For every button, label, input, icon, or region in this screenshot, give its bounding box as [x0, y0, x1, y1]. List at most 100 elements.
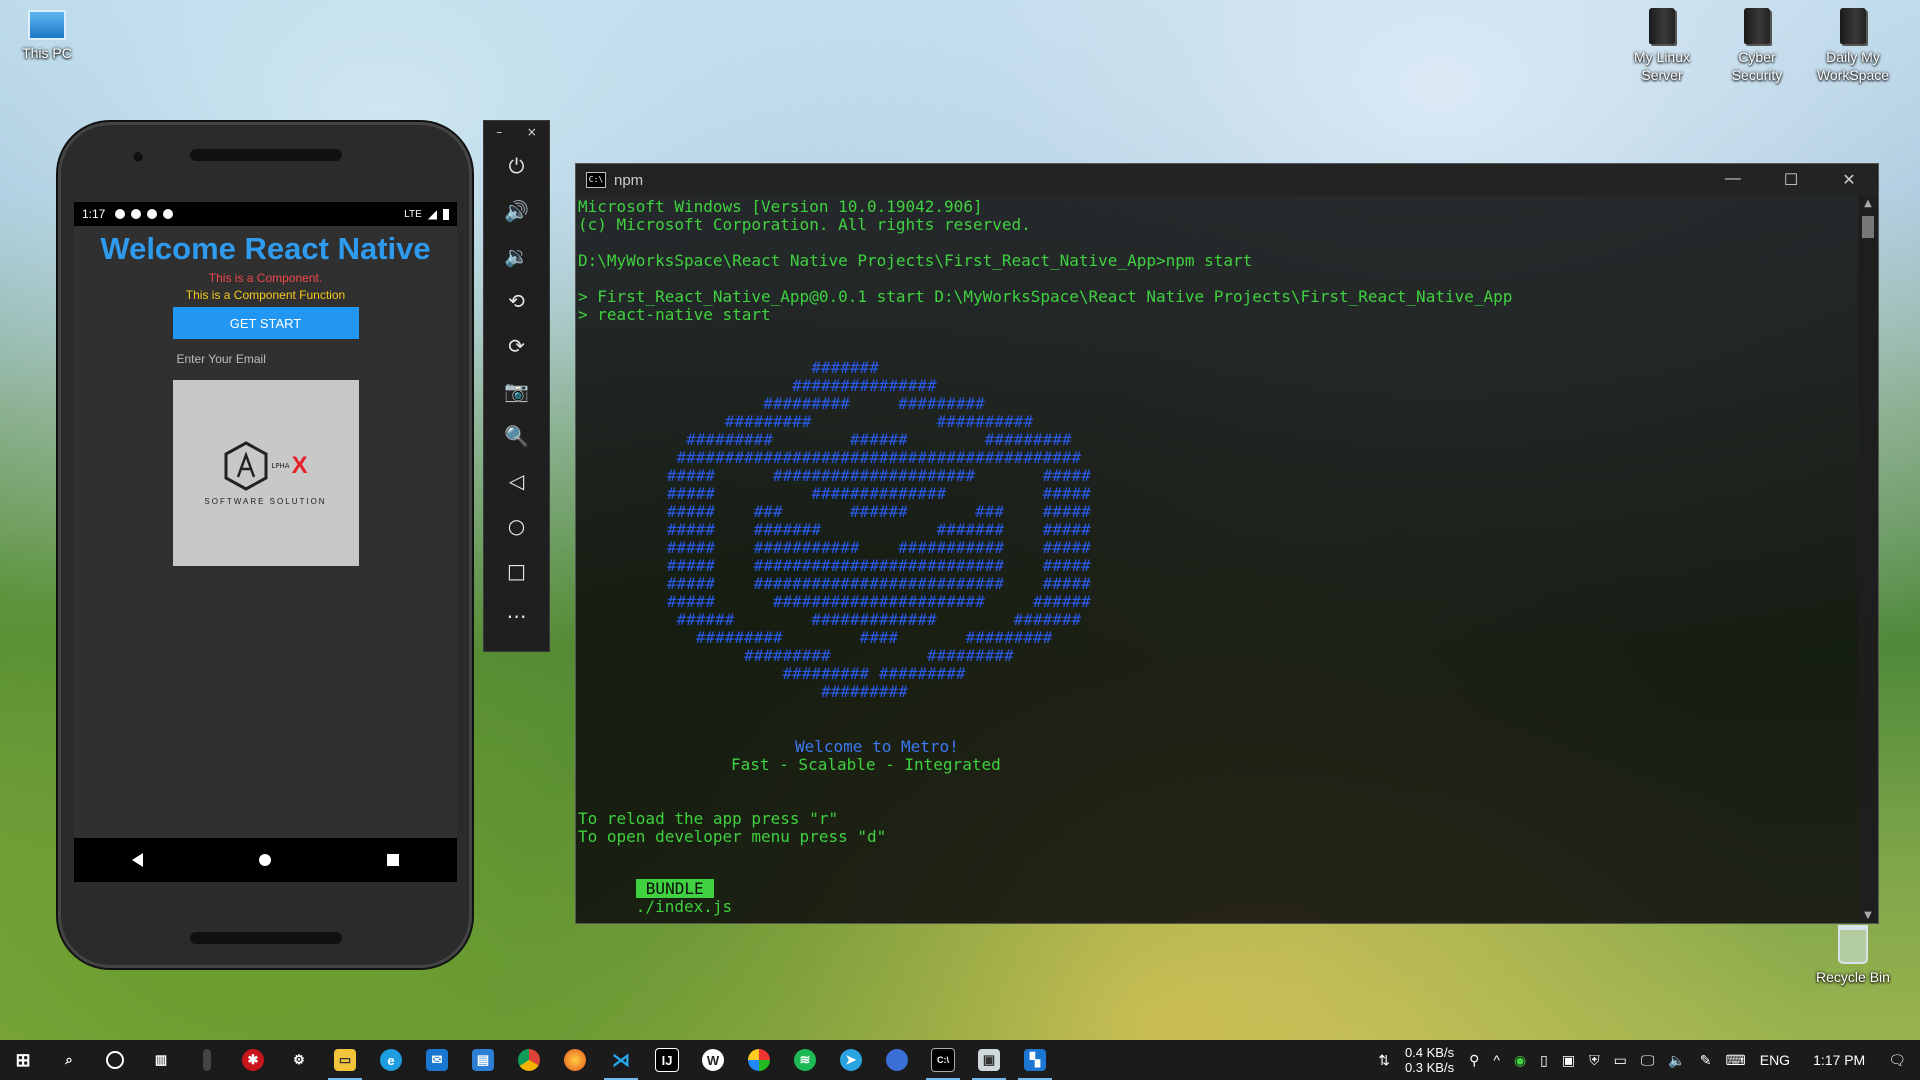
devmenu-hint: To open developer menu press "d" — [578, 827, 887, 846]
component-function-text: This is a Component Function — [185, 288, 346, 302]
email-field[interactable] — [172, 348, 359, 370]
mouse-icon[interactable]: ▯ — [1533, 1052, 1555, 1069]
network-type: LTE — [404, 208, 422, 220]
people-icon[interactable]: ⚲ — [1462, 1052, 1486, 1069]
pen-icon[interactable]: ✎ — [1693, 1052, 1719, 1069]
desktop-icon-daily-workspace[interactable]: Daily My WorkSpace — [1808, 8, 1898, 84]
front-camera — [132, 151, 144, 163]
chrome-icon[interactable] — [506, 1040, 552, 1080]
terminal-icon[interactable]: C:\ — [920, 1040, 966, 1080]
desktop-icon-this-pc[interactable]: This PC — [2, 10, 92, 62]
nav-recents-icon[interactable] — [387, 854, 399, 866]
close-button[interactable]: ✕ — [1820, 170, 1878, 190]
terminal-line: (c) Microsoft Corporation. All rights re… — [578, 215, 1031, 234]
npm-terminal-window[interactable]: C:\ npm — ☐ ✕ Microsoft Windows [Version… — [575, 163, 1879, 924]
file-explorer-icon[interactable]: ▭ — [322, 1040, 368, 1080]
terminal-line: Microsoft Windows [Version 10.0.19042.90… — [578, 197, 983, 216]
desktop-icon-recycle-bin[interactable]: Recycle Bin — [1808, 925, 1898, 986]
rotate-left-icon[interactable]: ⟲ — [484, 278, 549, 323]
minimize-button[interactable]: — — [1704, 170, 1762, 190]
task-view-icon[interactable]: ▥ — [138, 1040, 184, 1080]
metro-tagline: Fast - Scalable - Integrated — [731, 755, 1001, 774]
mail-icon[interactable]: ✉ — [414, 1040, 460, 1080]
scrollbar-thumb[interactable] — [1862, 216, 1874, 238]
folder-icon — [1744, 8, 1770, 44]
zoom-icon[interactable]: 🔍 — [484, 413, 549, 458]
home-icon[interactable]: ○ — [484, 503, 549, 548]
network-speed: 0.4 KB/s 0.3 KB/s — [1397, 1045, 1462, 1075]
app-icon-3[interactable]: ▣ — [966, 1040, 1012, 1080]
network-tray-icon[interactable]: 🖵 — [1634, 1052, 1662, 1069]
terminal-titlebar[interactable]: C:\ npm — ☐ ✕ — [576, 164, 1878, 196]
overview-icon[interactable]: □ — [484, 548, 549, 593]
get-start-button[interactable]: GET START — [172, 307, 359, 339]
signal-icon: ◢ — [427, 207, 437, 221]
settings-notification-icon-2 — [131, 209, 142, 219]
component-text: This is a Component. — [208, 271, 323, 285]
power-icon[interactable]: ⏻ — [484, 143, 549, 188]
upload-speed: 0.3 KB/s — [1404, 1060, 1455, 1075]
recycle-bin-icon — [1838, 925, 1868, 964]
start-button[interactable]: ⊞ — [0, 1040, 46, 1080]
desktop-icon-linux-server[interactable]: My Linux Server — [1617, 8, 1707, 84]
volume-up-icon[interactable]: 🔊 — [484, 188, 549, 233]
settings-icon[interactable]: ⚙ — [276, 1040, 322, 1080]
rotate-right-icon[interactable]: ⟳ — [484, 323, 549, 368]
back-icon[interactable]: ◁ — [484, 458, 549, 503]
clock[interactable]: 1:17 PM — [1797, 1052, 1881, 1068]
toolbar-minimize-button[interactable]: – — [496, 125, 502, 139]
keyboard-icon[interactable]: ⌨ — [1719, 1052, 1753, 1069]
hexagon-logo-icon — [224, 440, 268, 491]
maximize-button[interactable]: ☐ — [1762, 170, 1820, 190]
app-icon-4[interactable]: ▚ — [1012, 1040, 1058, 1080]
search-icon[interactable]: ⌕ — [46, 1040, 92, 1080]
status-circle-icon[interactable]: ◉ — [1507, 1052, 1533, 1069]
firefox-icon[interactable] — [552, 1040, 598, 1080]
toolbar-close-button[interactable]: × — [527, 125, 537, 139]
scroll-up-icon[interactable]: ▲ — [1858, 198, 1878, 209]
browser-icon[interactable] — [736, 1040, 782, 1080]
edge-icon[interactable]: e — [368, 1040, 414, 1080]
terminal-output[interactable]: Microsoft Windows [Version 10.0.19042.90… — [576, 196, 1858, 923]
antivirus-icon[interactable]: ✱ — [230, 1040, 276, 1080]
notification-icon[interactable]: 🗨 — [1881, 1052, 1920, 1069]
show-hidden-icons-icon[interactable]: ^ — [1486, 1052, 1507, 1068]
top-speaker — [190, 149, 342, 161]
volume-down-icon[interactable]: 🔉 — [484, 233, 549, 278]
wordpress-icon[interactable]: W — [690, 1040, 736, 1080]
network-arrows-icon: ⇅ — [1378, 1051, 1390, 1068]
cortana-icon[interactable] — [92, 1040, 138, 1080]
language-indicator[interactable]: ENG — [1753, 1052, 1797, 1068]
defender-icon[interactable]: ⛨ — [1582, 1052, 1607, 1069]
sync-icon — [163, 209, 174, 219]
logo-small-text: LPHA — [271, 461, 290, 470]
windows-taskbar: ⊞ ⌕ ▥ ✱ ⚙ ▭ e ✉ ▤ ⋊ IJ W ≋ ➤ C:\ ▣ ▚ ⇅ 0… — [0, 1040, 1920, 1080]
volume-tray-icon[interactable]: 🔈 — [1661, 1052, 1692, 1069]
app-icon[interactable] — [184, 1040, 230, 1080]
camera-tray-icon[interactable]: ▣ — [1555, 1052, 1582, 1069]
system-tray: ⇅ 0.4 KB/s 0.3 KB/s ⚲ ^ ◉ ▯ ▣ ⛨ ▭ 🖵 🔈 ✎ … — [1371, 1040, 1920, 1080]
battery-icon — [443, 208, 449, 220]
logo-tagline: SOFTWARE SOLUTION — [204, 496, 327, 506]
server-icon — [1649, 8, 1675, 44]
telegram-icon[interactable]: ➤ — [828, 1040, 874, 1080]
desktop-icon-label: Recycle Bin — [1816, 969, 1890, 985]
nav-home-icon[interactable] — [259, 854, 271, 866]
battery-tray-icon[interactable]: ▭ — [1607, 1052, 1634, 1069]
camera-icon[interactable]: 📷 — [484, 368, 549, 413]
app-icon-2[interactable] — [874, 1040, 920, 1080]
spotify-icon[interactable]: ≋ — [782, 1040, 828, 1080]
terminal-scrollbar[interactable]: ▲ ▼ — [1858, 196, 1878, 923]
nav-back-icon[interactable] — [132, 853, 143, 867]
desktop-icon-cyber-security[interactable]: Cyber Security — [1712, 8, 1802, 84]
vscode-icon[interactable]: ⋊ — [598, 1040, 644, 1080]
phone-screen[interactable]: 1:17 LTE ◢ Welcome React Native This is … — [74, 202, 457, 882]
intellij-icon[interactable]: IJ — [644, 1040, 690, 1080]
scroll-down-icon[interactable]: ▼ — [1858, 910, 1878, 921]
desktop-icon-label: This PC — [22, 45, 72, 61]
more-icon[interactable]: ⋯ — [484, 593, 549, 638]
desktop-icon-label: My Linux Server — [1633, 49, 1691, 83]
bottom-speaker — [190, 932, 342, 944]
store-icon[interactable]: ▤ — [460, 1040, 506, 1080]
bundle-path: ./index.js — [635, 897, 733, 916]
